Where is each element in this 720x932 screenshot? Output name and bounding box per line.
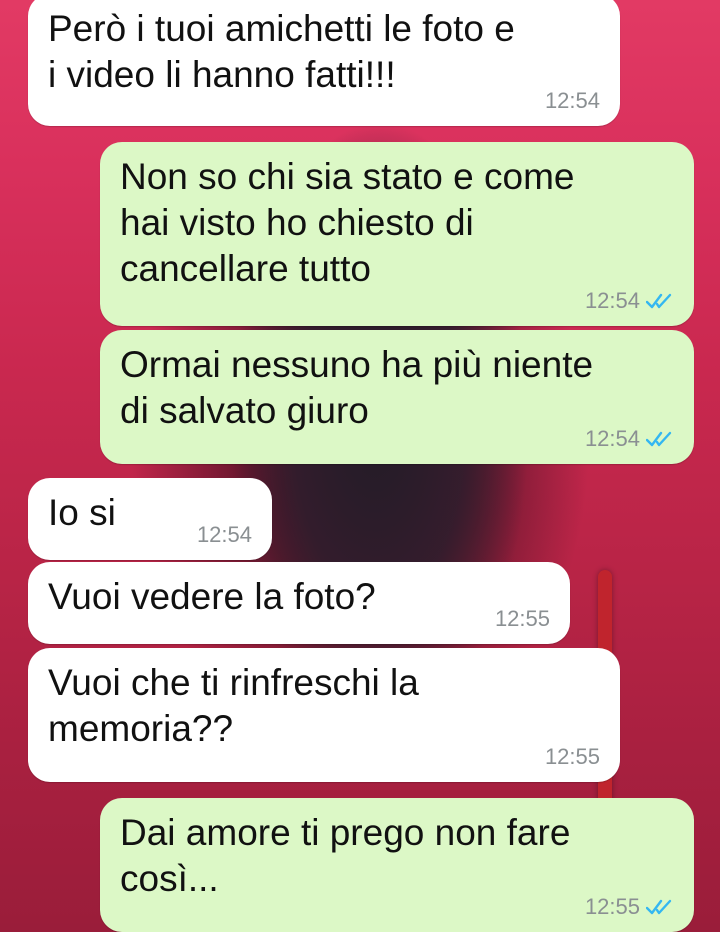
incoming-message[interactable]: Però i tuoi amichetti le foto e i video … — [28, 0, 620, 126]
incoming-message[interactable]: Vuoi che ti rinfreschi la memoria?? 12:5… — [28, 648, 620, 782]
message-text: Non so chi sia stato e come hai visto ho… — [120, 156, 575, 289]
message-time: 12:54 — [196, 522, 252, 547]
message-meta: 12:54 — [585, 288, 674, 314]
outgoing-message[interactable]: Non so chi sia stato e come hai visto ho… — [100, 142, 694, 326]
read-double-check-icon — [646, 898, 674, 916]
incoming-message[interactable]: Io si 12:54 — [28, 478, 272, 560]
chat-message-list[interactable]: Però i tuoi amichetti le foto e i video … — [0, 0, 720, 932]
message-meta: 12:55 — [495, 606, 550, 632]
message-text: Vuoi vedere la foto? — [48, 576, 376, 617]
message-meta: 12:55 — [585, 894, 674, 920]
message-text: Vuoi che ti rinfreschi la memoria?? — [48, 662, 419, 749]
message-time: 12:55 — [584, 894, 640, 919]
message-time: 12:55 — [494, 606, 550, 631]
message-text: Ormai nessuno ha più niente di salvato g… — [120, 344, 594, 431]
message-time: 12:54 — [544, 88, 600, 113]
message-meta: 12:55 — [545, 744, 600, 770]
message-time: 12:55 — [544, 744, 600, 769]
incoming-message[interactable]: Vuoi vedere la foto? 12:55 — [28, 562, 570, 644]
message-text: Però i tuoi amichetti le foto e i video … — [48, 8, 515, 95]
message-time: 12:54 — [584, 426, 640, 451]
read-double-check-icon — [646, 292, 674, 310]
message-meta: 12:54 — [585, 426, 674, 452]
outgoing-message[interactable]: Ormai nessuno ha più niente di salvato g… — [100, 330, 694, 464]
outgoing-message[interactable]: Dai amore ti prego non fare così... 12:5… — [100, 798, 694, 932]
message-time: 12:54 — [584, 288, 640, 313]
message-text: Dai amore ti prego non fare così... — [120, 812, 571, 899]
message-meta: 12:54 — [545, 88, 600, 114]
message-meta: 12:54 — [197, 522, 252, 548]
read-double-check-icon — [646, 430, 674, 448]
